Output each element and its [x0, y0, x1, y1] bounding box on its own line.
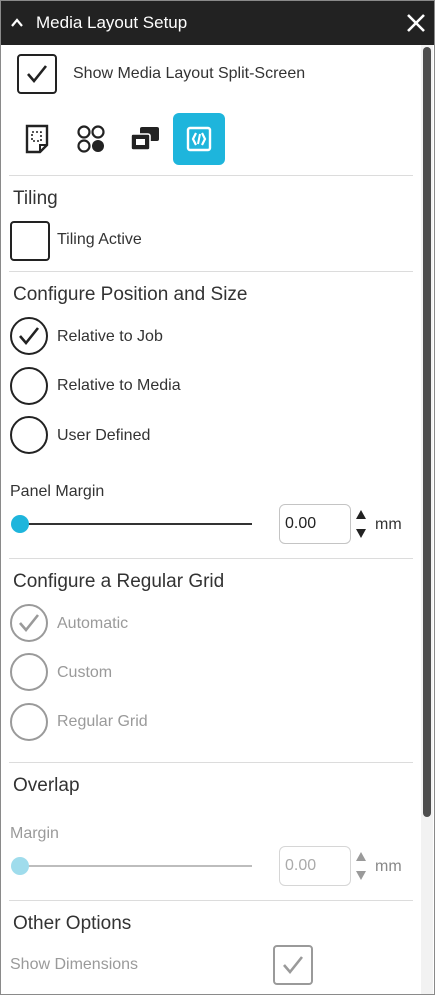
overlap-margin-unit: mm — [375, 858, 402, 875]
relative-to-job-label: Relative to Job — [57, 328, 163, 345]
grid-dots-button[interactable] — [65, 113, 117, 165]
checkmark-icon — [27, 65, 48, 84]
show-dimensions-checkbox[interactable] — [273, 945, 313, 985]
tiling-active-checkbox[interactable] — [10, 221, 50, 261]
tiling-icon — [186, 126, 212, 152]
overlap-margin-input[interactable]: 0.00 — [279, 846, 351, 886]
panel-margin-stepper-icon[interactable] — [354, 507, 368, 541]
tiling-active-label: Tiling Active — [57, 231, 142, 248]
checkmark-icon — [19, 614, 40, 633]
show-dimensions-label: Show Dimensions — [10, 956, 139, 973]
checkmark-icon — [283, 956, 304, 975]
show-split-screen-label: Show Media Layout Split-Screen — [73, 65, 306, 82]
relative-to-media-radio[interactable] — [10, 367, 48, 405]
divider — [9, 762, 413, 763]
divider — [9, 900, 413, 901]
panel-margin-slider[interactable] — [20, 523, 252, 525]
other-options-heading: Other Options — [13, 913, 132, 934]
panel-margin-unit: mm — [375, 516, 402, 533]
chevron-up-icon[interactable] — [10, 16, 24, 30]
relative-to-job-radio[interactable] — [10, 317, 48, 355]
checkmark-icon — [19, 327, 40, 346]
window-title: Media Layout Setup — [36, 13, 188, 32]
divider — [9, 558, 413, 559]
automatic-radio[interactable] — [10, 604, 48, 642]
overlap-margin-slider-handle[interactable] — [11, 857, 29, 875]
overlap-margin-stepper-icon[interactable] — [354, 849, 368, 883]
divider — [9, 175, 413, 176]
regular-grid-radio[interactable] — [10, 703, 48, 741]
custom-radio[interactable] — [10, 653, 48, 691]
custom-label: Custom — [57, 664, 113, 681]
panels-button[interactable] — [119, 113, 171, 165]
tiling-heading: Tiling — [13, 188, 58, 209]
panel-margin-input[interactable]: 0.00 — [279, 504, 351, 544]
user-defined-label: User Defined — [57, 427, 151, 444]
page-layout-button[interactable] — [11, 113, 63, 165]
user-defined-radio[interactable] — [10, 416, 48, 454]
position-heading: Configure Position and Size — [13, 284, 248, 305]
panels-icon — [130, 127, 159, 151]
overlap-margin-label: Margin — [10, 825, 59, 842]
grid-dots-icon — [77, 125, 105, 153]
divider — [9, 271, 413, 272]
close-icon[interactable] — [404, 11, 428, 35]
overlap-heading: Overlap — [13, 775, 80, 796]
scrollbar[interactable] — [421, 45, 433, 994]
grid-heading: Configure a Regular Grid — [13, 571, 225, 592]
media-layout-panel: Media Layout Setup Show Media Layout Spl… — [0, 0, 435, 995]
scrollbar-thumb[interactable] — [423, 47, 431, 817]
overlap-margin-slider[interactable] — [20, 865, 252, 867]
show-split-screen-checkbox[interactable] — [17, 54, 57, 94]
page-layout-icon — [25, 124, 49, 154]
relative-to-media-label: Relative to Media — [57, 377, 181, 394]
panel-margin-label: Panel Margin — [10, 483, 105, 500]
tiling-button[interactable] — [173, 113, 225, 165]
regular-grid-label: Regular Grid — [57, 713, 148, 730]
panel-margin-slider-handle[interactable] — [11, 515, 29, 533]
title-bar: Media Layout Setup — [1, 1, 434, 45]
automatic-label: Automatic — [57, 615, 129, 632]
